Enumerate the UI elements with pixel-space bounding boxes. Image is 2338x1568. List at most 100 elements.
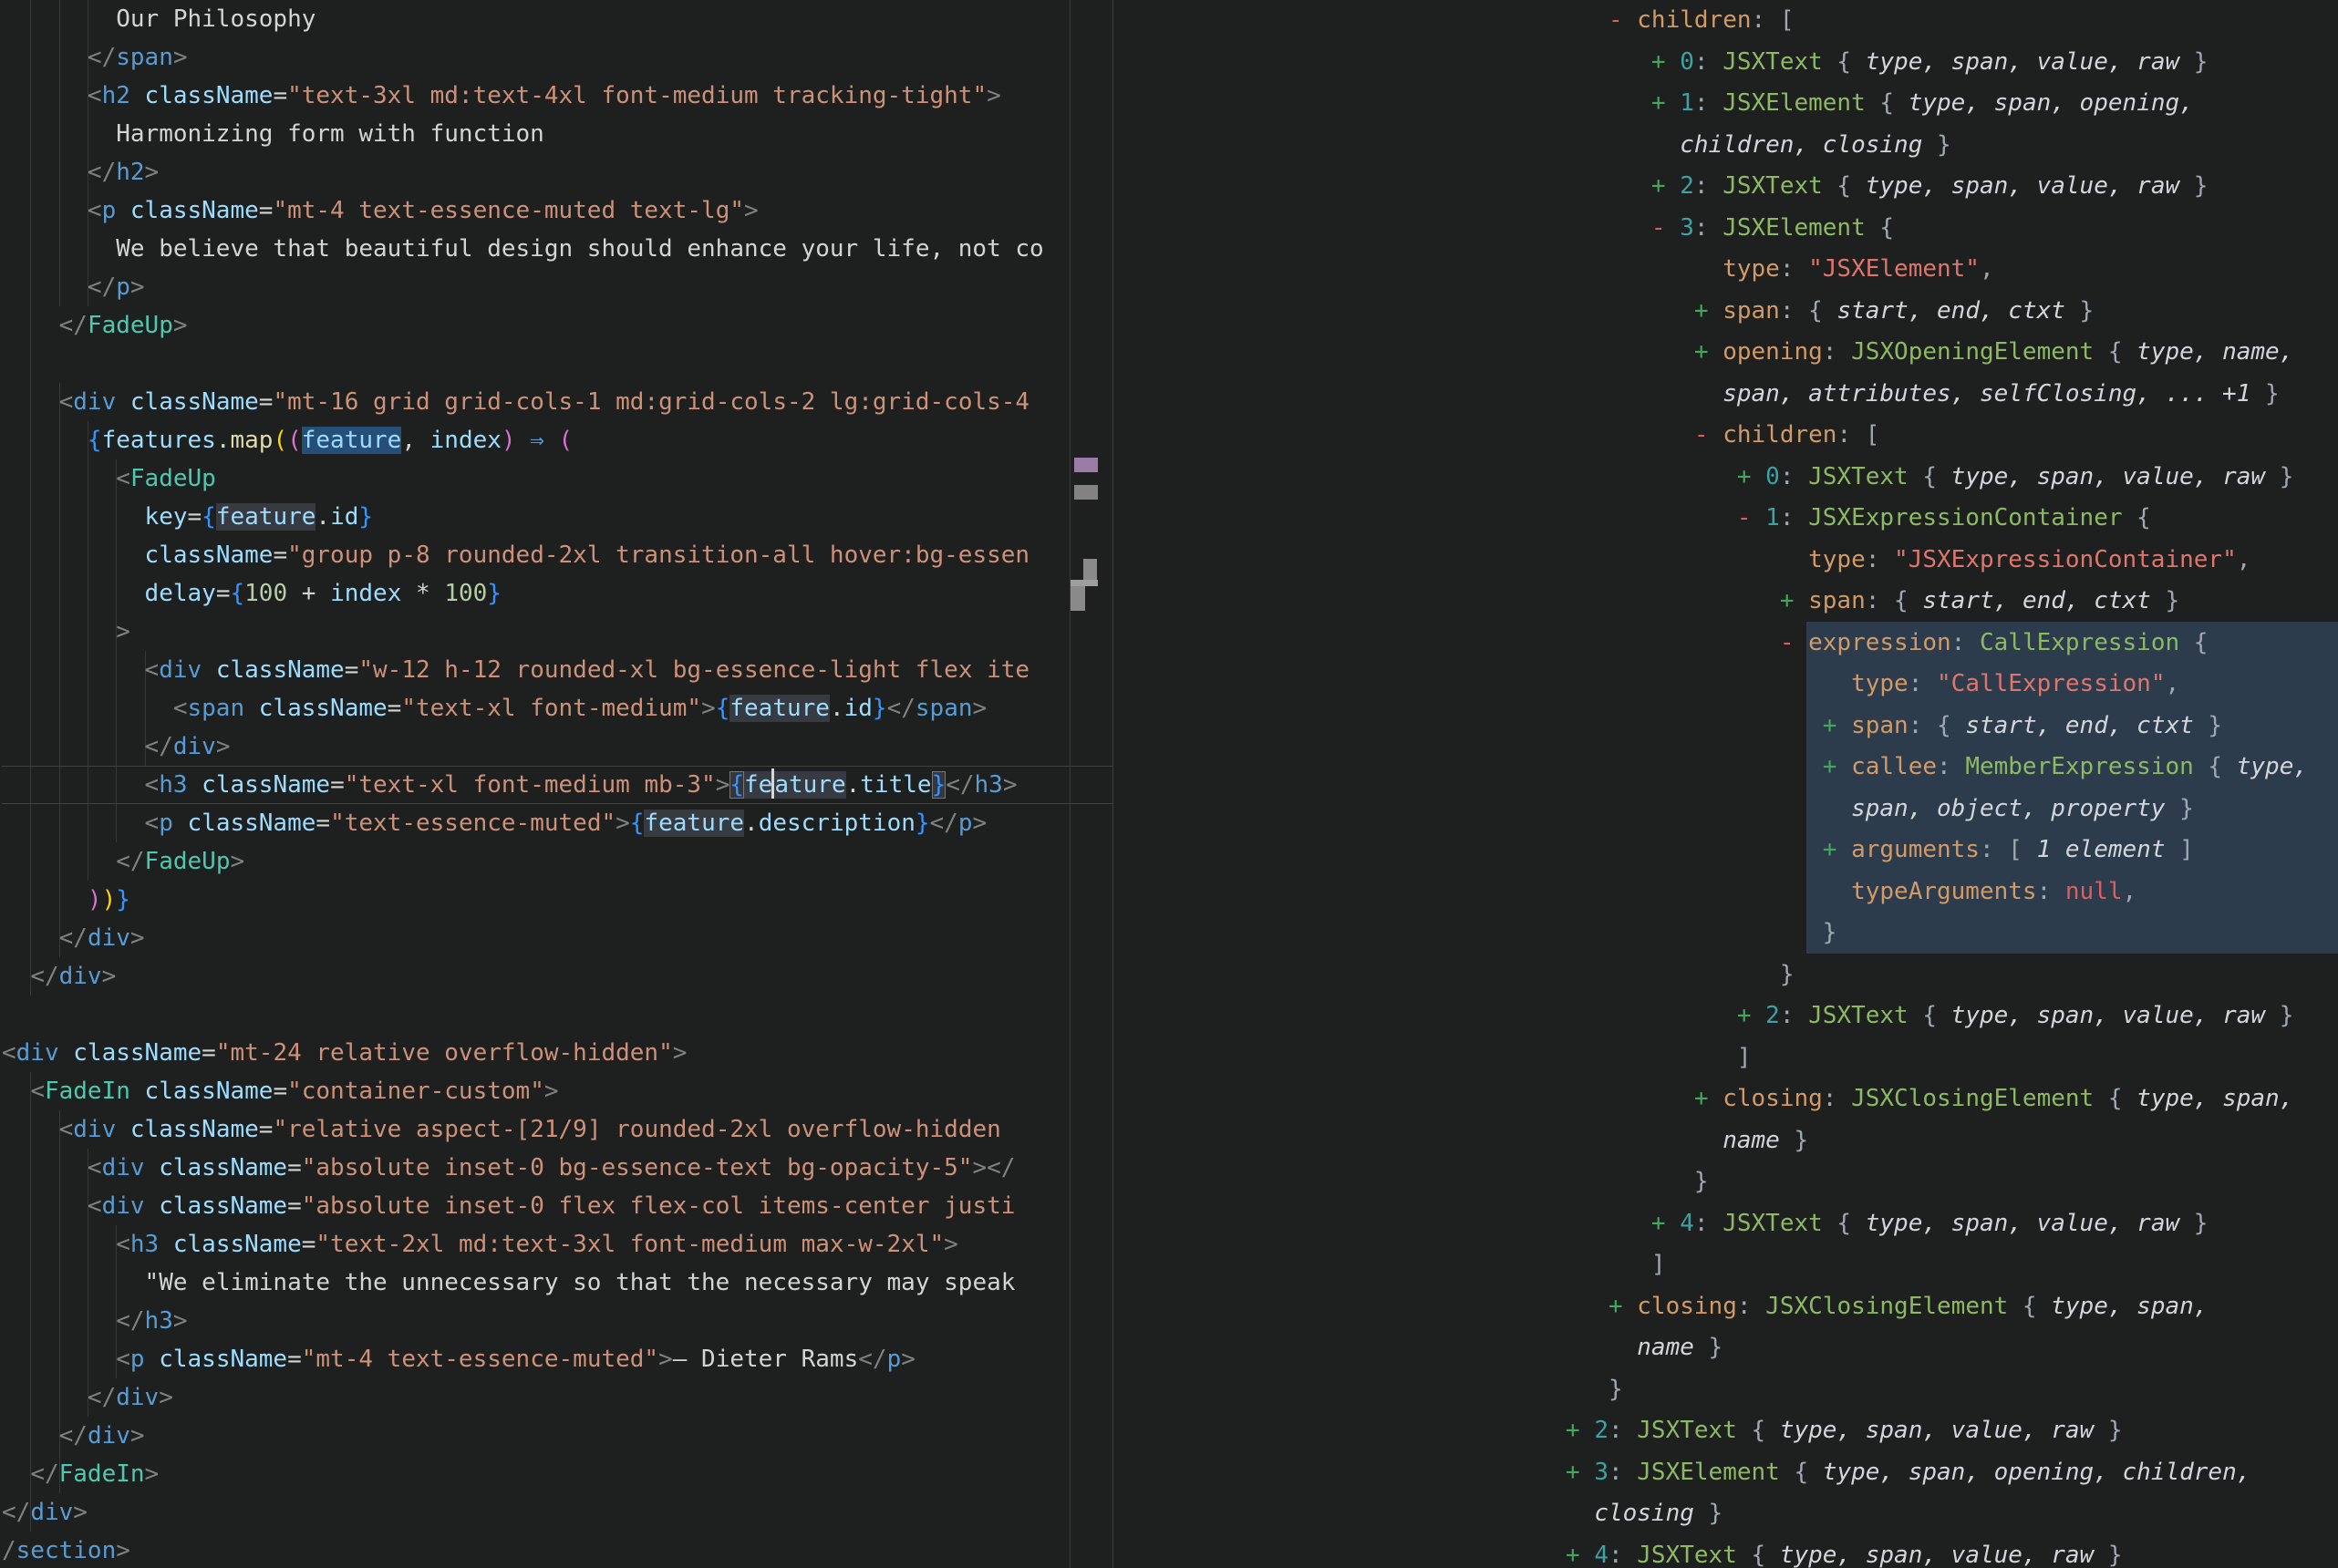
- ast-line[interactable]: name }: [1566, 1327, 2338, 1369]
- ast-line[interactable]: type: "JSXElement",: [1566, 249, 2338, 291]
- code-line[interactable]: <p className="mt-4 text-essence-muted te…: [2, 191, 1113, 230]
- expand-node-marker[interactable]: +: [1823, 836, 1851, 863]
- ast-line[interactable]: + opening: JSXOpeningElement { type, nam…: [1566, 332, 2338, 374]
- code-line[interactable]: <h3 className="text-xl font-medium mb-3"…: [2, 766, 1113, 804]
- ast-line[interactable]: }: [1566, 1369, 2338, 1411]
- code-line[interactable]: "We eliminate the unnecessary so that th…: [2, 1264, 1113, 1302]
- code-line[interactable]: key={feature.id}: [2, 498, 1113, 536]
- expand-node-marker[interactable]: +: [1694, 338, 1722, 366]
- code-line[interactable]: {features.map((feature, index) ⇒ (: [2, 421, 1113, 459]
- ast-line[interactable]: + 1: JSXElement { type, span, opening,: [1566, 83, 2338, 125]
- expand-node-marker[interactable]: +: [1651, 172, 1680, 200]
- code-line[interactable]: </div>: [2, 1378, 1113, 1417]
- code-line[interactable]: [2, 995, 1113, 1034]
- ast-line[interactable]: + span: { start, end, ctxt }: [1566, 706, 2338, 748]
- ast-line[interactable]: + 3: JSXElement { type, span, opening, c…: [1566, 1452, 2338, 1494]
- expand-node-marker[interactable]: +: [1609, 1293, 1637, 1320]
- code-line[interactable]: <h2 className="text-3xl md:text-4xl font…: [2, 77, 1113, 115]
- expand-node-marker[interactable]: +: [1823, 712, 1851, 739]
- expand-node-marker[interactable]: +: [1651, 48, 1680, 76]
- code-line[interactable]: <FadeIn className="container-custom">: [2, 1072, 1113, 1110]
- ast-line[interactable]: closing }: [1566, 1493, 2338, 1535]
- code-line[interactable]: /section>: [2, 1532, 1113, 1568]
- expand-node-marker[interactable]: +: [1651, 89, 1680, 117]
- code-line[interactable]: <p className="text-essence-muted">{featu…: [2, 804, 1113, 842]
- ast-line[interactable]: }: [1566, 954, 2338, 996]
- code-line[interactable]: </div>: [2, 957, 1113, 995]
- ast-line[interactable]: + 2: JSXText { type, span, value, raw }: [1566, 995, 2338, 1037]
- code-line[interactable]: <div className="absolute inset-0 bg-esse…: [2, 1149, 1113, 1187]
- ast-line[interactable]: + closing: JSXClosingElement { type, spa…: [1566, 1286, 2338, 1328]
- expand-node-marker[interactable]: +: [1566, 1542, 1594, 1568]
- code-line[interactable]: ))}: [2, 881, 1113, 919]
- code-line[interactable]: </FadeUp>: [2, 842, 1113, 881]
- ast-line[interactable]: - expression: CallExpression {: [1566, 623, 2338, 665]
- ast-line[interactable]: }: [1566, 1161, 2338, 1203]
- expand-node-marker[interactable]: +: [1566, 1459, 1594, 1486]
- code-line[interactable]: Harmonizing form with function: [2, 115, 1113, 153]
- code-line[interactable]: <p className="mt-4 text-essence-muted">—…: [2, 1340, 1113, 1378]
- ast-line[interactable]: + span: { start, end, ctxt }: [1566, 581, 2338, 623]
- expand-node-marker[interactable]: +: [1823, 753, 1851, 780]
- ast-line[interactable]: + 4: JSXText { type, span, value, raw }: [1566, 1535, 2338, 1568]
- collapse-node-marker[interactable]: -: [1780, 629, 1808, 656]
- ast-line[interactable]: + closing: JSXClosingElement { type, spa…: [1566, 1078, 2338, 1120]
- ast-line[interactable]: + arguments: [ 1 element ]: [1566, 830, 2338, 872]
- code-line[interactable]: Our Philosophy: [2, 0, 1113, 38]
- code-line[interactable]: <h3 className="text-2xl md:text-3xl font…: [2, 1225, 1113, 1264]
- ast-line[interactable]: + callee: MemberExpression { type,: [1566, 747, 2338, 789]
- ast-line[interactable]: + 0: JSXText { type, span, value, raw }: [1566, 42, 2338, 84]
- ast-line[interactable]: + span: { start, end, ctxt }: [1566, 291, 2338, 333]
- expand-node-marker[interactable]: +: [1694, 1085, 1722, 1112]
- ast-line[interactable]: span, object, property }: [1566, 789, 2338, 830]
- code-line[interactable]: </div>: [2, 1493, 1113, 1532]
- collapse-node-marker[interactable]: -: [1737, 504, 1765, 531]
- ast-line[interactable]: - children: [: [1566, 415, 2338, 457]
- ast-line[interactable]: }: [1566, 913, 2338, 954]
- code-line[interactable]: <FadeUp: [2, 459, 1113, 498]
- ast-line[interactable]: span, attributes, selfClosing, ... +1 }: [1566, 374, 2338, 416]
- ast-line[interactable]: type: "JSXExpressionContainer",: [1566, 540, 2338, 582]
- ast-line[interactable]: - children: [: [1566, 0, 2338, 42]
- expand-node-marker[interactable]: +: [1737, 1002, 1765, 1029]
- code-line[interactable]: <div className="relative aspect-[21/9] r…: [2, 1110, 1113, 1149]
- ast-line[interactable]: + 2: JSXText { type, span, value, raw }: [1566, 166, 2338, 208]
- code-line[interactable]: We believe that beautiful design should …: [2, 230, 1113, 268]
- code-line[interactable]: <div className="mt-16 grid grid-cols-1 m…: [2, 383, 1113, 421]
- code-line[interactable]: <div className="absolute inset-0 flex fl…: [2, 1187, 1113, 1225]
- code-line[interactable]: <div className="mt-24 relative overflow-…: [2, 1034, 1113, 1072]
- code-line[interactable]: </span>: [2, 38, 1113, 77]
- code-line[interactable]: </h2>: [2, 153, 1113, 191]
- source-editor-panel[interactable]: Our Philosophy </span> <h2 className="te…: [0, 0, 1113, 1568]
- code-line[interactable]: <span className="text-xl font-medium">{f…: [2, 689, 1113, 727]
- expand-node-marker[interactable]: +: [1694, 297, 1722, 325]
- code-line[interactable]: </div>: [2, 919, 1113, 957]
- ast-line[interactable]: - 1: JSXExpressionContainer {: [1566, 498, 2338, 540]
- code-line[interactable]: </p>: [2, 268, 1113, 306]
- code-line[interactable]: className="group p-8 rounded-2xl transit…: [2, 536, 1113, 574]
- code-line[interactable]: [2, 345, 1113, 383]
- code-line[interactable]: delay={100 + index * 100}: [2, 574, 1113, 613]
- code-line[interactable]: <div className="w-12 h-12 rounded-xl bg-…: [2, 651, 1113, 689]
- ast-line[interactable]: ]: [1566, 1244, 2338, 1286]
- ast-tree-panel[interactable]: - children: [ + 0: JSXText { type, span,…: [1113, 0, 2338, 1568]
- code-line[interactable]: </FadeIn>: [2, 1455, 1113, 1493]
- code-line[interactable]: </div>: [2, 727, 1113, 766]
- expand-node-marker[interactable]: +: [1651, 1210, 1680, 1237]
- ast-line[interactable]: + 2: JSXText { type, span, value, raw }: [1566, 1410, 2338, 1452]
- code-line[interactable]: >: [2, 613, 1113, 651]
- ast-line[interactable]: children, closing }: [1566, 125, 2338, 167]
- expand-node-marker[interactable]: +: [1737, 463, 1765, 490]
- collapse-node-marker[interactable]: -: [1609, 6, 1637, 34]
- expand-node-marker[interactable]: +: [1780, 587, 1808, 614]
- ast-line[interactable]: name }: [1566, 1120, 2338, 1162]
- code-line[interactable]: </FadeUp>: [2, 306, 1113, 345]
- ast-line[interactable]: typeArguments: null,: [1566, 872, 2338, 913]
- ast-line[interactable]: - 3: JSXElement {: [1566, 208, 2338, 250]
- ast-line[interactable]: + 0: JSXText { type, span, value, raw }: [1566, 457, 2338, 499]
- expand-node-marker[interactable]: +: [1566, 1417, 1594, 1444]
- ast-line[interactable]: + 4: JSXText { type, span, value, raw }: [1566, 1203, 2338, 1245]
- code-line[interactable]: </div>: [2, 1417, 1113, 1455]
- code-line[interactable]: </h3>: [2, 1302, 1113, 1340]
- collapse-node-marker[interactable]: -: [1694, 421, 1722, 449]
